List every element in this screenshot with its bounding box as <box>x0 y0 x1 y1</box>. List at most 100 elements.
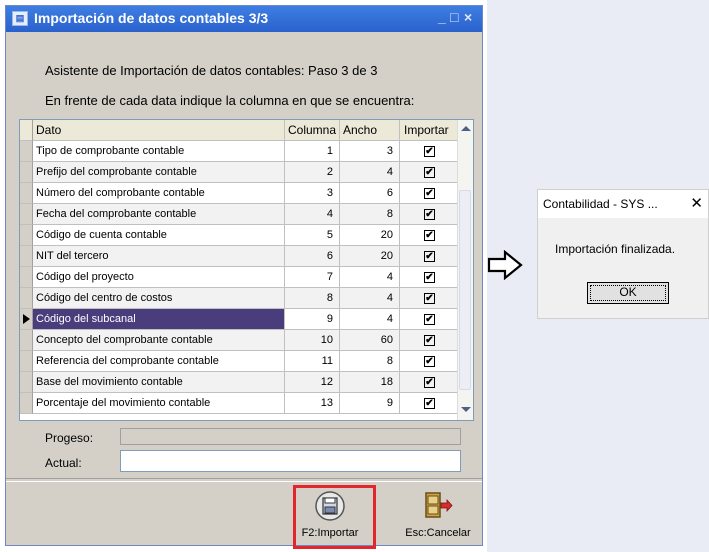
cell-ancho[interactable]: 3 <box>340 141 400 162</box>
row-indicator[interactable] <box>20 330 33 351</box>
scroll-down-arrow-icon[interactable] <box>461 407 471 412</box>
importar-checkbox[interactable]: ✔ <box>424 292 435 304</box>
importar-checkbox[interactable]: ✔ <box>424 313 435 325</box>
table-row[interactable]: NIT del tercero 6 20 ✔ <box>20 246 460 267</box>
scroll-up-arrow-icon[interactable] <box>461 126 471 131</box>
cell-columna[interactable]: 8 <box>285 288 340 309</box>
cell-importar[interactable]: ✔ <box>400 204 460 225</box>
cell-dato[interactable]: Código del subcanal <box>33 309 285 330</box>
table-row[interactable]: Concepto del comprobante contable 10 60 ✔ <box>20 330 460 351</box>
cell-dato[interactable]: Código de cuenta contable <box>33 225 285 246</box>
table-row[interactable]: Referencia del comprobante contable 11 8 ✔ <box>20 351 460 372</box>
cell-columna[interactable]: 7 <box>285 267 340 288</box>
row-indicator[interactable] <box>20 393 33 414</box>
cell-ancho[interactable]: 4 <box>340 309 400 330</box>
cell-columna[interactable]: 13 <box>285 393 340 414</box>
cell-ancho[interactable]: 60 <box>340 330 400 351</box>
table-row[interactable]: Código del subcanal 9 4 ✔ <box>20 309 460 330</box>
header-columna[interactable]: Columna <box>285 120 340 141</box>
cell-columna[interactable]: 5 <box>285 225 340 246</box>
row-indicator[interactable] <box>20 183 33 204</box>
row-indicator[interactable] <box>20 162 33 183</box>
cell-dato[interactable]: Tipo de comprobante contable <box>33 141 285 162</box>
cell-ancho[interactable]: 20 <box>340 225 400 246</box>
importar-checkbox[interactable]: ✔ <box>424 145 435 157</box>
row-indicator[interactable] <box>20 204 33 225</box>
cell-importar[interactable]: ✔ <box>400 246 460 267</box>
cell-ancho[interactable]: 4 <box>340 267 400 288</box>
cell-dato[interactable]: Código del proyecto <box>33 267 285 288</box>
minimize-button[interactable]: _ <box>438 9 446 25</box>
cell-ancho[interactable]: 9 <box>340 393 400 414</box>
table-row[interactable]: Base del movimiento contable 12 18 ✔ <box>20 372 460 393</box>
dialog-ok-button[interactable]: OK <box>587 282 669 304</box>
cell-importar[interactable]: ✔ <box>400 141 460 162</box>
cell-columna[interactable]: 9 <box>285 309 340 330</box>
importar-checkbox[interactable]: ✔ <box>424 208 435 220</box>
cancelar-button[interactable]: Esc:Cancelar <box>403 485 473 543</box>
row-indicator[interactable] <box>20 351 33 372</box>
cell-importar[interactable]: ✔ <box>400 267 460 288</box>
cell-dato[interactable]: Concepto del comprobante contable <box>33 330 285 351</box>
dialog-close-icon[interactable]: ✕ <box>690 194 703 212</box>
importar-checkbox[interactable]: ✔ <box>424 334 435 346</box>
cell-dato[interactable]: Porcentaje del movimiento contable <box>33 393 285 414</box>
table-row[interactable]: Código del centro de costos 8 4 ✔ <box>20 288 460 309</box>
table-row[interactable]: Número del comprobante contable 3 6 ✔ <box>20 183 460 204</box>
cell-ancho[interactable]: 8 <box>340 204 400 225</box>
cell-importar[interactable]: ✔ <box>400 351 460 372</box>
cell-dato[interactable]: Fecha del comprobante contable <box>33 204 285 225</box>
data-column-grid[interactable]: Dato Columna Ancho Importar Tipo de comp… <box>19 119 474 421</box>
cell-ancho[interactable]: 8 <box>340 351 400 372</box>
cell-dato[interactable]: Referencia del comprobante contable <box>33 351 285 372</box>
importar-checkbox[interactable]: ✔ <box>424 229 435 241</box>
cell-columna[interactable]: 3 <box>285 183 340 204</box>
cell-importar[interactable]: ✔ <box>400 288 460 309</box>
table-row[interactable]: Tipo de comprobante contable 1 3 ✔ <box>20 141 460 162</box>
cell-columna[interactable]: 2 <box>285 162 340 183</box>
cell-importar[interactable]: ✔ <box>400 225 460 246</box>
cell-ancho[interactable]: 20 <box>340 246 400 267</box>
table-row[interactable]: Código del proyecto 7 4 ✔ <box>20 267 460 288</box>
cell-ancho[interactable]: 4 <box>340 162 400 183</box>
cell-columna[interactable]: 1 <box>285 141 340 162</box>
window-titlebar[interactable]: ▤ Importación de datos contables 3/3 _ □… <box>6 6 482 32</box>
cell-importar[interactable]: ✔ <box>400 330 460 351</box>
maximize-button[interactable]: □ <box>450 9 458 25</box>
row-indicator[interactable] <box>20 225 33 246</box>
dialog-titlebar[interactable]: Contabilidad - SYS ... ✕ <box>538 190 708 218</box>
importar-checkbox[interactable]: ✔ <box>424 355 435 367</box>
row-indicator[interactable] <box>20 288 33 309</box>
cell-columna[interactable]: 10 <box>285 330 340 351</box>
row-indicator[interactable] <box>20 246 33 267</box>
row-indicator[interactable] <box>20 267 33 288</box>
cell-dato[interactable]: NIT del tercero <box>33 246 285 267</box>
cell-importar[interactable]: ✔ <box>400 183 460 204</box>
cell-columna[interactable]: 6 <box>285 246 340 267</box>
table-row[interactable]: Porcentaje del movimiento contable 13 9 ✔ <box>20 393 460 414</box>
importar-checkbox[interactable]: ✔ <box>424 166 435 178</box>
cell-dato[interactable]: Base del movimiento contable <box>33 372 285 393</box>
cell-columna[interactable]: 4 <box>285 204 340 225</box>
header-ancho[interactable]: Ancho <box>340 120 400 141</box>
cell-ancho[interactable]: 18 <box>340 372 400 393</box>
cell-dato[interactable]: Código del centro de costos <box>33 288 285 309</box>
table-row[interactable]: Fecha del comprobante contable 4 8 ✔ <box>20 204 460 225</box>
importar-checkbox[interactable]: ✔ <box>424 271 435 283</box>
cell-importar[interactable]: ✔ <box>400 372 460 393</box>
cell-importar[interactable]: ✔ <box>400 162 460 183</box>
cell-ancho[interactable]: 6 <box>340 183 400 204</box>
cell-importar[interactable]: ✔ <box>400 309 460 330</box>
header-importar[interactable]: Importar <box>400 120 460 141</box>
row-indicator[interactable] <box>20 372 33 393</box>
importar-checkbox[interactable]: ✔ <box>424 250 435 262</box>
table-row[interactable]: Prefijo del comprobante contable 2 4 ✔ <box>20 162 460 183</box>
row-indicator[interactable] <box>20 141 33 162</box>
cell-columna[interactable]: 11 <box>285 351 340 372</box>
grid-vertical-scrollbar[interactable] <box>457 120 473 420</box>
cell-dato[interactable]: Número del comprobante contable <box>33 183 285 204</box>
cell-dato[interactable]: Prefijo del comprobante contable <box>33 162 285 183</box>
table-row[interactable]: Código de cuenta contable 5 20 ✔ <box>20 225 460 246</box>
cell-ancho[interactable]: 4 <box>340 288 400 309</box>
cell-importar[interactable]: ✔ <box>400 393 460 414</box>
